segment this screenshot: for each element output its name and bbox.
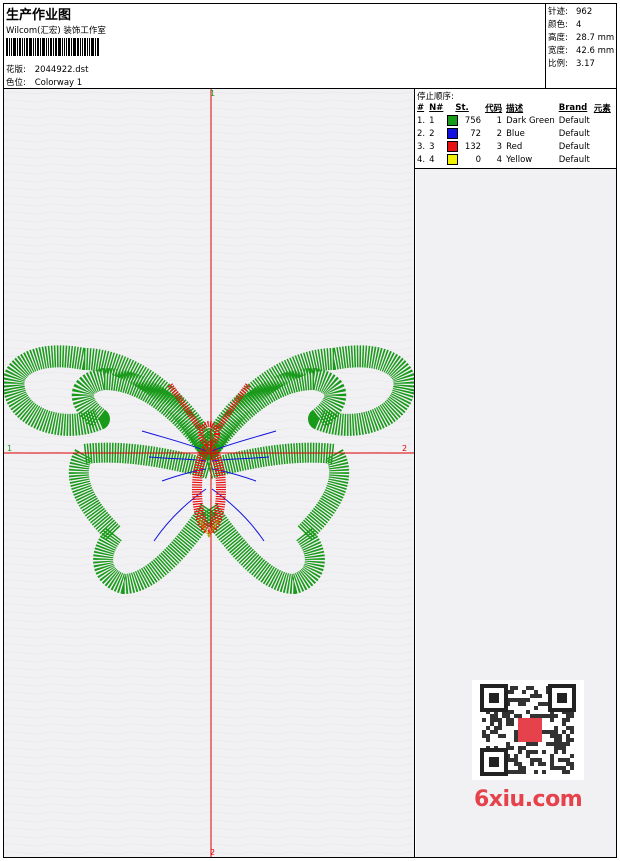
row-description: Dark Green [506,115,555,126]
axis-label-bottom: 2 [210,848,216,857]
row-code: 2 [496,128,503,139]
col-brand: Brand [558,103,588,113]
row-brand: Default [558,128,590,139]
row-stitches: 0 [445,153,483,166]
design-stats: 针迹: 962 颜色: 4 高度: 28.7 mm 宽度: 42.6 mm 比例: 3.1… [548,6,614,71]
row-element [592,114,613,127]
embroidery-preview [2,89,416,857]
row-number: 2 [429,128,435,139]
row-element [592,153,613,166]
row-number: 1 [429,115,435,126]
qr-code-icon [480,684,576,776]
row-description: Yellow [506,154,533,165]
row-index: 2. [417,128,426,139]
colorway-label: 色位: [6,78,26,88]
watermark-logo: 6xiu.com [474,787,583,812]
qr-code [472,680,584,780]
row-code: 1 [496,115,503,126]
col-element: 元素 [593,104,611,114]
col-description: 描述 [506,104,524,114]
row-index: 1. [417,115,426,126]
row-code: 3 [496,141,503,152]
stat-scale: 比例: 3.17 [548,59,595,69]
row-number: 3 [429,141,435,152]
axis-label-top: 1 [210,89,216,98]
stat-width: 宽度: 42.6 mm [548,46,615,56]
table-row: 1. 1 756 1 Dark Green Default [415,114,613,127]
stat-height: 高度: 28.7 mm [548,33,615,43]
colorway-value: Colorway 1 [34,78,83,88]
row-brand: Default [558,154,590,165]
col-code: 代码 [485,104,503,114]
col-number: N# [429,103,444,113]
row-stitches: 756 [445,114,483,127]
stats-divider [545,3,546,88]
row-index: 3. [417,141,426,152]
colorway-row: 色位: Colorway 1 [6,76,82,88]
table-header-row: # N# St. 代码 描述 Brand 元素 [415,102,613,114]
row-index: 4. [417,154,426,165]
row-number: 4 [429,154,435,165]
row-brand: Default [558,141,590,152]
row-description: Red [506,141,523,152]
table-row: 3. 3 132 3 Red Default [415,140,613,153]
color-swatch [447,128,459,139]
stat-stitches: 针迹: 962 [548,7,593,17]
row-code: 4 [496,154,503,165]
color-swatch [447,141,459,152]
axis-label-right: 2 [402,444,408,453]
page-title: 生产作业图 [6,8,72,23]
row-brand: Default [558,115,590,126]
row-stitches: 132 [445,140,483,153]
color-swatch [447,154,459,165]
row-stitches: 72 [445,127,483,140]
col-stitches: St. [455,103,469,113]
design-row: 花版: 2044922.dst [6,63,88,75]
row-element [592,127,613,140]
stop-sequence-title: 停止顺序: [417,92,454,102]
design-file: 2044922.dst [34,65,89,75]
table-row: 4. 4 0 4 Yellow Default [415,153,613,166]
table-row: 2. 2 72 2 Blue Default [415,127,613,140]
design-label: 花版: [6,65,26,75]
row-description: Blue [506,128,525,139]
row-element [592,140,613,153]
stat-colors: 颜色: 4 [548,20,582,30]
col-index: # [417,103,425,113]
stop-sequence-table: # N# St. 代码 描述 Brand 元素 1. 1 756 1 Dark Gre… [415,102,613,166]
panel-divider [414,88,415,858]
company-name: Wilcom(汇宏) 装饰工作室 [6,26,106,36]
axis-label-left: 1 [7,444,13,453]
color-swatch [447,115,459,126]
barcode [6,38,142,56]
design-canvas: 1 2 1 2 [2,89,416,857]
